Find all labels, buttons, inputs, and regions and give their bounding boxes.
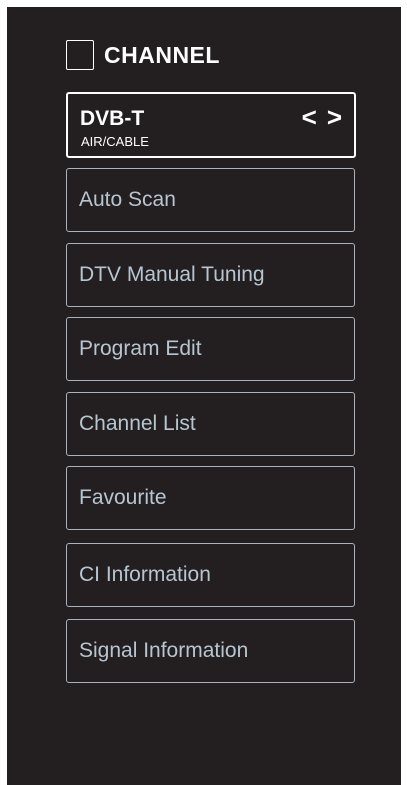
square-outline-icon — [66, 40, 94, 70]
chevron-right-icon[interactable]: > — [327, 102, 342, 133]
menu-item-label: DTV Manual Tuning — [79, 263, 265, 286]
menu-item-label: Program Edit — [79, 337, 202, 360]
menu-item-dtv-manual-tuning[interactable]: DTV Manual Tuning — [66, 243, 355, 307]
menu-item-auto-scan[interactable]: Auto Scan — [66, 168, 355, 232]
menu-item-ci-information[interactable]: CI Information — [66, 543, 355, 607]
tuner-type-value: DVB-T — [80, 107, 145, 130]
chevron-left-icon[interactable]: < — [302, 102, 317, 133]
tuner-type-subtitle: AIR/CABLE — [81, 134, 149, 149]
menu-item-program-edit[interactable]: Program Edit — [66, 317, 355, 381]
channel-menu-panel: CHANNEL DVB-T AIR/CABLE < > Auto Scan DT… — [7, 7, 401, 785]
page-title: CHANNEL — [104, 41, 220, 68]
menu-item-signal-information[interactable]: Signal Information — [66, 619, 355, 683]
menu-item-label: Signal Information — [79, 639, 249, 662]
menu-item-label: CI Information — [79, 563, 211, 586]
menu-header: CHANNEL — [66, 38, 220, 72]
tuner-type-selector[interactable]: DVB-T AIR/CABLE < > — [66, 92, 356, 158]
menu-item-label: Auto Scan — [79, 188, 176, 211]
selector-arrows: < > — [302, 102, 342, 133]
menu-item-label: Channel List — [79, 412, 196, 435]
menu-item-channel-list[interactable]: Channel List — [66, 392, 355, 456]
menu-item-favourite[interactable]: Favourite — [66, 466, 355, 530]
menu-item-label: Favourite — [79, 486, 167, 509]
